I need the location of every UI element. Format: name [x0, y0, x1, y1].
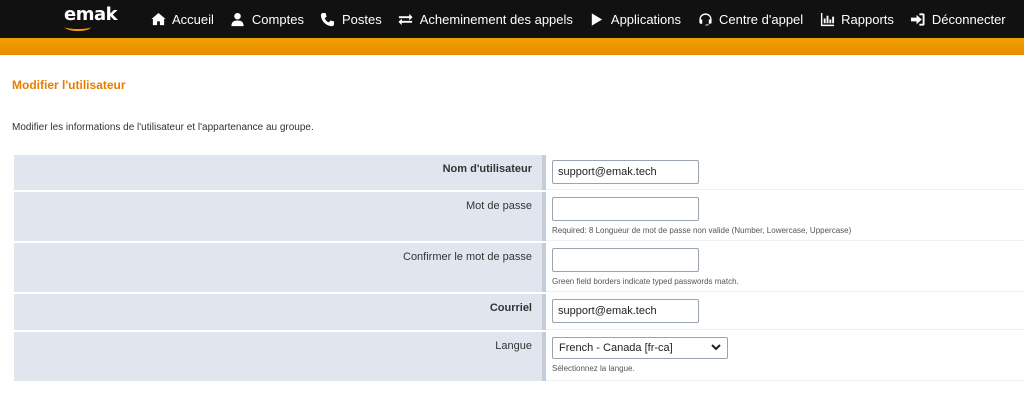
page-title: Modifier l'utilisateur [12, 78, 126, 92]
sign-out-icon [910, 11, 926, 27]
nav-menu: Accueil Comptes Postes Acheminement des … [150, 0, 1006, 38]
form-row-language: Langue French - Canada [fr-ca] Sélection… [14, 332, 1024, 381]
emak-logo[interactable]: emak [64, 4, 118, 31]
nav-item-comptes[interactable]: Comptes [230, 11, 304, 27]
chart-icon [819, 11, 835, 27]
nav-label: Déconnecter [931, 11, 1006, 27]
user-icon [230, 11, 246, 27]
password-input[interactable] [552, 197, 699, 221]
form-row-confirm-password: Confirmer le mot de passe Green field bo… [14, 243, 1024, 292]
confirm-password-input[interactable] [552, 248, 699, 272]
play-icon [589, 11, 605, 27]
email-cell [546, 294, 1024, 330]
username-label: Nom d'utilisateur [14, 155, 546, 190]
nav-item-centre-appel[interactable]: Centre d'appel [697, 11, 803, 27]
password-hint: Required: 8 Longueur de mot de passe non… [552, 226, 852, 235]
headset-icon [697, 11, 713, 27]
nav-item-acheminement[interactable]: Acheminement des appels [398, 11, 573, 27]
password-cell: Required: 8 Longueur de mot de passe non… [546, 192, 1024, 241]
confirm-password-label: Confirmer le mot de passe [14, 243, 546, 292]
nav-item-postes[interactable]: Postes [320, 11, 382, 27]
nav-label: Accueil [172, 11, 214, 27]
home-icon [150, 11, 166, 27]
nav-label: Rapports [841, 11, 894, 27]
nav-label: Comptes [251, 11, 304, 27]
arrows-exchange-icon [398, 11, 414, 27]
confirm-password-cell: Green field borders indicate typed passw… [546, 243, 1024, 292]
nav-item-accueil[interactable]: Accueil [150, 11, 214, 27]
user-form: Nom d'utilisateur Mot de passe Required:… [14, 153, 1024, 383]
language-hint: Sélectionnez la langue. [552, 364, 635, 373]
email-label: Courriel [14, 294, 546, 330]
nav-item-rapports[interactable]: Rapports [819, 11, 894, 27]
chevron-down-icon [711, 342, 721, 355]
logo-text: emak [64, 4, 118, 25]
top-navbar: emak Accueil Comptes Postes Acheminement… [0, 0, 1024, 55]
logo-smile-mark [65, 23, 91, 31]
form-row-email: Courriel [14, 294, 1024, 330]
email-input[interactable] [552, 299, 699, 323]
nav-item-deconnecter[interactable]: Déconnecter [910, 11, 1006, 27]
nav-label: Centre d'appel [719, 11, 804, 27]
page-description: Modifier les informations de l'utilisate… [12, 122, 314, 133]
nav-label: Postes [341, 11, 382, 27]
language-label: Langue [14, 332, 546, 381]
nav-label: Acheminement des appels [419, 11, 573, 27]
form-row-username: Nom d'utilisateur [14, 155, 1024, 190]
language-select[interactable]: French - Canada [fr-ca] [552, 337, 728, 359]
language-selected-value: French - Canada [fr-ca] [559, 342, 673, 354]
form-row-password: Mot de passe Required: 8 Longueur de mot… [14, 192, 1024, 241]
username-input[interactable] [552, 160, 699, 184]
password-label: Mot de passe [14, 192, 546, 241]
phone-icon [320, 11, 336, 27]
confirm-password-hint: Green field borders indicate typed passw… [552, 277, 739, 286]
language-cell: French - Canada [fr-ca] Sélectionnez la … [546, 332, 1024, 381]
nav-label: Applications [610, 11, 682, 27]
nav-item-applications[interactable]: Applications [589, 11, 681, 27]
username-cell [546, 155, 1024, 190]
